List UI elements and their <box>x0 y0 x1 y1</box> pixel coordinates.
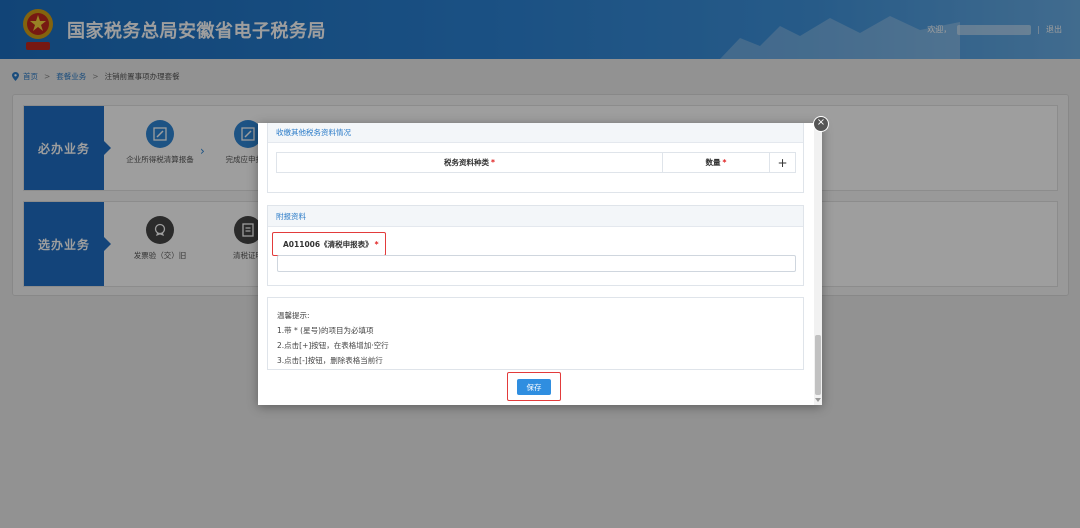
scroll-down-arrow-icon[interactable] <box>815 398 821 402</box>
column-quantity: 数量 * <box>663 153 770 172</box>
add-row-button[interactable]: + <box>770 153 795 172</box>
section-title: 附报资料 <box>268 206 803 227</box>
tips-section: 温馨提示: 1.带 * (星号)的项目为必填项 2.点击[+]按钮，在表格增加·… <box>267 297 804 370</box>
section-title: 收缴其他税务资料情况 <box>268 123 803 143</box>
attached-materials-section: 附报资料 A011006《清税申报表》 * <box>267 205 804 286</box>
other-tax-materials-section: 收缴其他税务资料情况 税务资料种类 * 数量 * + <box>267 123 804 193</box>
tax-materials-dialog: 收缴其他税务资料情况 税务资料种类 * 数量 * + 附报资料 A011006《清税… <box>258 123 822 405</box>
tip-line: 1.带 * (星号)的项目为必填项 <box>277 326 374 335</box>
dialog-scrollbar[interactable] <box>814 123 822 405</box>
save-button[interactable]: 保存 <box>517 379 551 395</box>
close-icon[interactable]: × <box>813 116 829 132</box>
clearance-form-input[interactable] <box>277 255 796 272</box>
scrollbar-thumb[interactable] <box>815 335 821 395</box>
materials-table-header: 税务资料种类 * 数量 * + <box>276 152 796 173</box>
tips-title: 温馨提示: <box>277 311 310 320</box>
tip-line: 2.点击[+]按钮，在表格增加·空行 <box>277 341 389 350</box>
clearance-form-label: A011006《清税申报表》 * <box>272 232 386 256</box>
tip-line: 3.点击[-]按钮，删除表格当前行 <box>277 356 383 365</box>
column-material-type: 税务资料种类 * <box>277 153 663 172</box>
